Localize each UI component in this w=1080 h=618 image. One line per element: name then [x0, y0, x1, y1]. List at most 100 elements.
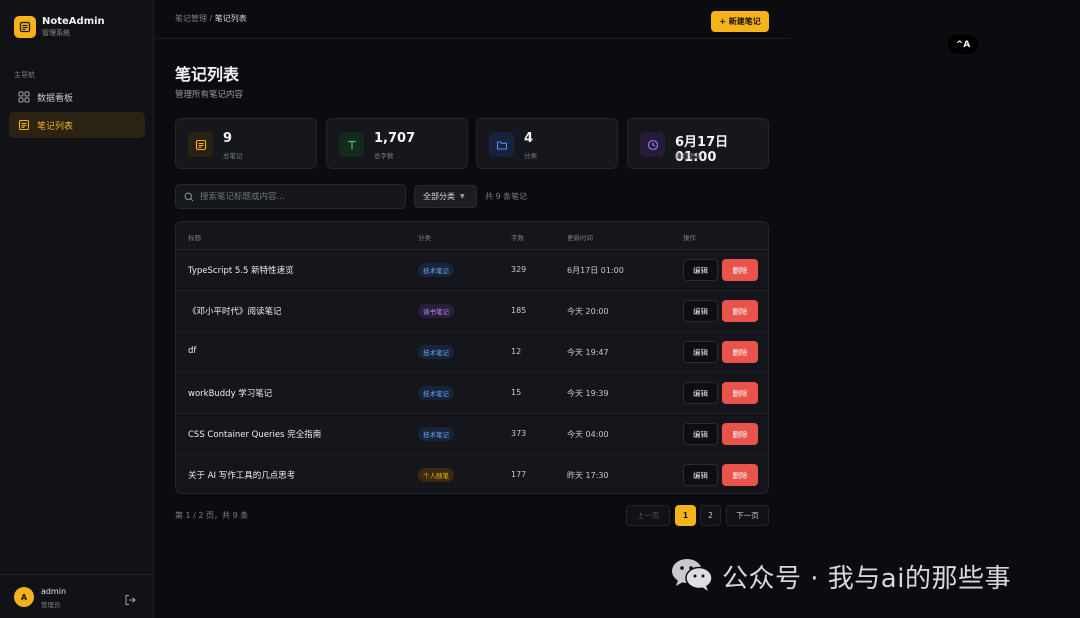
delete-button[interactable]: 删除 [722, 259, 758, 281]
sidebar: NoteAdmin 管理系统 主导航 数据看板 笔记列表 A admin 管理员 [0, 0, 154, 618]
search-icon [184, 187, 194, 206]
category-tag: 技术笔记 [418, 263, 454, 277]
topbar: 笔记管理 / 笔记列表 + 新建笔记 [155, 0, 790, 39]
search-box[interactable] [175, 184, 406, 209]
breadcrumb: 笔记管理 / 笔记列表 [175, 13, 247, 24]
next-page-button[interactable]: 下一页 [726, 505, 769, 526]
sidebar-item-label: 笔记列表 [37, 121, 74, 132]
brand-name: NoteAdmin [42, 16, 105, 27]
word-count: 329 [511, 265, 527, 274]
user-area: A admin 管理员 [0, 574, 154, 618]
stat-label: 分类 [524, 152, 537, 160]
category-tag: 技术笔记 [418, 427, 454, 441]
note-icon [188, 132, 213, 157]
text-icon [339, 132, 364, 157]
updated-time: 今天 20:00 [567, 307, 609, 316]
updated-time: 6月17日 01:00 [567, 266, 624, 275]
edit-button[interactable]: 编辑 [683, 341, 718, 363]
clock-icon [640, 132, 665, 157]
stat-card-total-notes: 9 总笔记 [175, 118, 317, 169]
edit-button[interactable]: 编辑 [683, 464, 718, 486]
column-header-title: 标题 [188, 234, 201, 242]
stat-value: 1,707 [374, 131, 416, 146]
category-filter-select[interactable]: 全部分类 ▼ [414, 185, 477, 208]
delete-button[interactable]: 删除 [722, 382, 758, 404]
stat-label: 最近更新 [675, 152, 701, 160]
sidebar-item-dashboard[interactable]: 数据看板 [9, 84, 145, 110]
stat-value: 4 [524, 131, 534, 146]
edit-button[interactable]: 编辑 [683, 382, 718, 404]
column-header-category: 分类 [418, 234, 431, 242]
search-input[interactable] [200, 191, 390, 202]
note-icon [18, 119, 30, 131]
sidebar-item-label: 数据看板 [37, 93, 74, 104]
watermark: 公众号 · 我与ai的那些事 [670, 556, 1011, 596]
prev-page-button[interactable]: 上一页 [626, 505, 670, 526]
category-tag: 技术笔记 [418, 345, 454, 359]
floating-badge[interactable]: ^A [948, 35, 978, 54]
logout-icon[interactable] [124, 591, 136, 605]
pagination-info: 第 1 / 2 页，共 9 条 [175, 511, 249, 520]
table-row: 《邓小平时代》阅读笔记 读书笔记 185 今天 20:00 编辑 删除 [176, 291, 768, 332]
stat-card-total-words: 1,707 总字数 [326, 118, 468, 169]
page-button-2[interactable]: 2 [700, 505, 721, 526]
updated-time: 今天 19:47 [567, 348, 609, 357]
brand-subtitle: 管理系统 [42, 29, 70, 37]
category-tag: 读书笔记 [418, 304, 454, 318]
brand-logo-icon [14, 15, 36, 38]
edit-button[interactable]: 编辑 [683, 300, 718, 322]
table-row: workBuddy 学习笔记 技术笔记 15 今天 19:39 编辑 删除 [176, 373, 768, 414]
word-count: 373 [511, 429, 527, 438]
column-header-words: 字数 [511, 234, 524, 242]
avatar[interactable]: A [14, 587, 34, 607]
chevron-down-icon: ▼ [460, 193, 465, 200]
stat-label: 总笔记 [223, 152, 243, 160]
page-subtitle: 管理所有笔记内容 [175, 90, 244, 100]
word-count: 15 [511, 388, 522, 397]
stat-card-last-updated: 6月17日 01:00 最近更新 [627, 118, 769, 169]
sidebar-item-notes[interactable]: 笔记列表 [9, 112, 145, 138]
new-note-button[interactable]: + 新建笔记 [711, 11, 769, 32]
table-row: 关于 AI 写作工具的几点思考 个人随笔 177 昨天 17:30 编辑 删除 [176, 455, 768, 493]
note-title[interactable]: workBuddy 学习笔记 [188, 387, 272, 399]
user-role: 管理员 [41, 601, 61, 609]
updated-time: 今天 19:39 [567, 389, 609, 398]
user-name: admin [41, 587, 67, 596]
brand[interactable]: NoteAdmin 管理系统 [14, 15, 105, 38]
page-button-1[interactable]: 1 [675, 505, 696, 526]
category-tag: 技术笔记 [418, 386, 454, 400]
note-title[interactable]: 关于 AI 写作工具的几点思考 [188, 469, 295, 481]
updated-time: 今天 04:00 [567, 430, 609, 439]
table-row: df 技术笔记 12 今天 19:47 编辑 删除 [176, 332, 768, 373]
breadcrumb-current: 笔记列表 [214, 14, 247, 23]
breadcrumb-parent[interactable]: 笔记管理 [175, 14, 207, 23]
updated-time: 昨天 17:30 [567, 471, 609, 480]
category-tag: 个人随笔 [418, 468, 454, 482]
delete-button[interactable]: 删除 [722, 464, 758, 486]
delete-button[interactable]: 删除 [722, 423, 758, 445]
note-count: 共 9 条笔记 [485, 192, 528, 201]
edit-button[interactable]: 编辑 [683, 423, 718, 445]
nav-section-label: 主导航 [14, 71, 35, 79]
table-row: CSS Container Queries 完全指南 技术笔记 373 今天 0… [176, 414, 768, 455]
note-title[interactable]: 《邓小平时代》阅读笔记 [188, 305, 282, 317]
word-count: 177 [511, 470, 527, 479]
note-title[interactable]: CSS Container Queries 完全指南 [188, 428, 321, 440]
table-header: 标题 分类 字数 更新时间 操作 [176, 222, 768, 250]
note-title[interactable]: TypeScript 5.5 新特性速览 [188, 264, 294, 276]
column-header-actions: 操作 [683, 234, 696, 242]
word-count: 12 [511, 347, 522, 356]
edit-button[interactable]: 编辑 [683, 259, 718, 281]
word-count: 185 [511, 306, 527, 315]
stat-label: 总字数 [374, 152, 394, 160]
delete-button[interactable]: 删除 [722, 300, 758, 322]
column-header-updated: 更新时间 [567, 234, 593, 242]
folder-icon [489, 132, 514, 157]
watermark-text: 公众号 · 我与ai的那些事 [722, 563, 1011, 594]
page-title: 笔记列表 [175, 65, 240, 84]
filter-selected-value: 全部分类 [423, 192, 455, 201]
note-title[interactable]: df [188, 346, 196, 356]
delete-button[interactable]: 删除 [722, 341, 758, 363]
breadcrumb-separator: / [207, 14, 215, 23]
table-row: TypeScript 5.5 新特性速览 技术笔记 329 6月17日 01:0… [176, 250, 768, 291]
